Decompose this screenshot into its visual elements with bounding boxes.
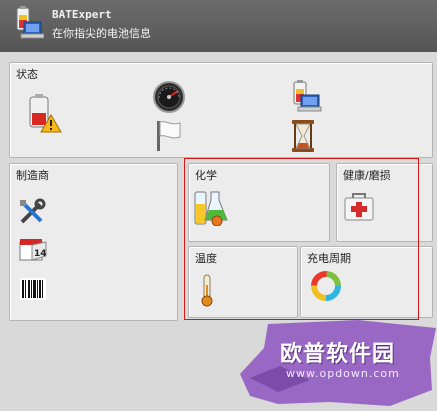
manufacturer-panel-label: 制造商 bbox=[16, 169, 49, 182]
first-aid-kit-icon[interactable] bbox=[343, 192, 375, 222]
app-subtitle: 在你指尖的电池信息 bbox=[52, 27, 151, 40]
barcode-icon[interactable] bbox=[20, 278, 46, 300]
watermark-text: 欧普软件园 bbox=[280, 341, 396, 367]
status-panel: 状态 bbox=[9, 62, 433, 158]
status-panel-label: 状态 bbox=[16, 68, 38, 81]
chemistry-panel-label: 化学 bbox=[195, 169, 217, 182]
charge-cycle-icon[interactable] bbox=[309, 269, 343, 303]
health-panel: 健康/磨损 bbox=[336, 163, 433, 242]
charge-cycle-panel: 充电周期 bbox=[300, 246, 433, 318]
temperature-panel: 温度 bbox=[188, 246, 298, 318]
calendar-icon[interactable]: 14 bbox=[18, 236, 48, 262]
thermometer-icon[interactable] bbox=[199, 273, 215, 307]
manufacturer-panel: 制造商 14 bbox=[9, 163, 178, 321]
calendar-day: 14 bbox=[34, 249, 47, 259]
chemistry-flasks-icon[interactable] bbox=[193, 188, 229, 226]
chemistry-panel: 化学 bbox=[188, 163, 330, 242]
tools-icon[interactable] bbox=[18, 198, 46, 226]
battery-warning-icon[interactable] bbox=[24, 93, 62, 133]
temperature-panel-label: 温度 bbox=[195, 252, 217, 265]
watermark-url: www.opdown.com bbox=[286, 367, 400, 380]
health-panel-label: 健康/磨损 bbox=[343, 169, 391, 182]
laptop-battery-icon[interactable] bbox=[286, 79, 322, 115]
hourglass-icon[interactable] bbox=[290, 119, 316, 153]
app-header: BATExpert 在你指尖的电池信息 bbox=[0, 0, 437, 52]
gauge-icon[interactable] bbox=[152, 80, 186, 114]
white-flag-icon[interactable] bbox=[154, 119, 184, 151]
charge-cycle-panel-label: 充电周期 bbox=[307, 252, 351, 265]
app-title: BATExpert bbox=[52, 8, 112, 21]
laptop-battery-icon bbox=[8, 6, 45, 42]
